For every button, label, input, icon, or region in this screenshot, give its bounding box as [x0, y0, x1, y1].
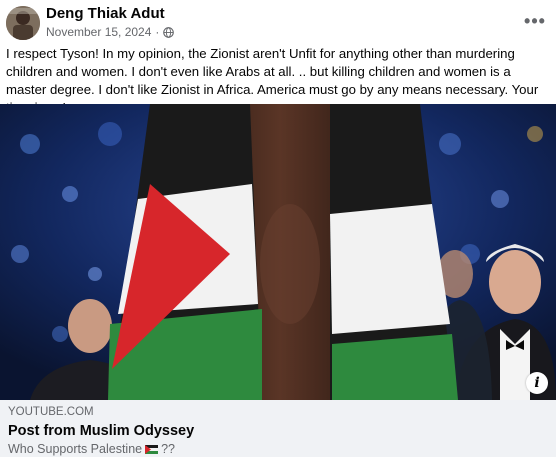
- post-meta: November 15, 2024 ·: [46, 25, 175, 39]
- palestine-flag-icon: [145, 444, 159, 454]
- link-domain: YOUTUBE.COM: [8, 406, 94, 418]
- post-header: Deng Thiak Adut November 15, 2024 · •••: [0, 0, 556, 44]
- link-subtitle-suffix: ??: [161, 442, 176, 456]
- post-date[interactable]: November 15, 2024: [46, 25, 151, 39]
- more-options-button[interactable]: •••: [524, 10, 546, 32]
- avatar-image: [6, 6, 40, 40]
- globe-icon: [163, 26, 175, 38]
- link-subtitle: Who Supports Palestine ??: [8, 442, 175, 456]
- boxer-flag-image: [0, 104, 556, 400]
- info-button[interactable]: i: [526, 372, 548, 394]
- link-preview-card[interactable]: YOUTUBE.COM Post from Muslim Odyssey Who…: [0, 400, 556, 457]
- post-image[interactable]: i: [0, 104, 556, 400]
- link-subtitle-text: Who Supports Palestine: [8, 442, 143, 456]
- avatar[interactable]: [6, 6, 40, 40]
- link-title[interactable]: Post from Muslim Odyssey: [8, 423, 194, 439]
- author-name[interactable]: Deng Thiak Adut: [46, 5, 165, 22]
- meta-separator: ·: [155, 25, 160, 39]
